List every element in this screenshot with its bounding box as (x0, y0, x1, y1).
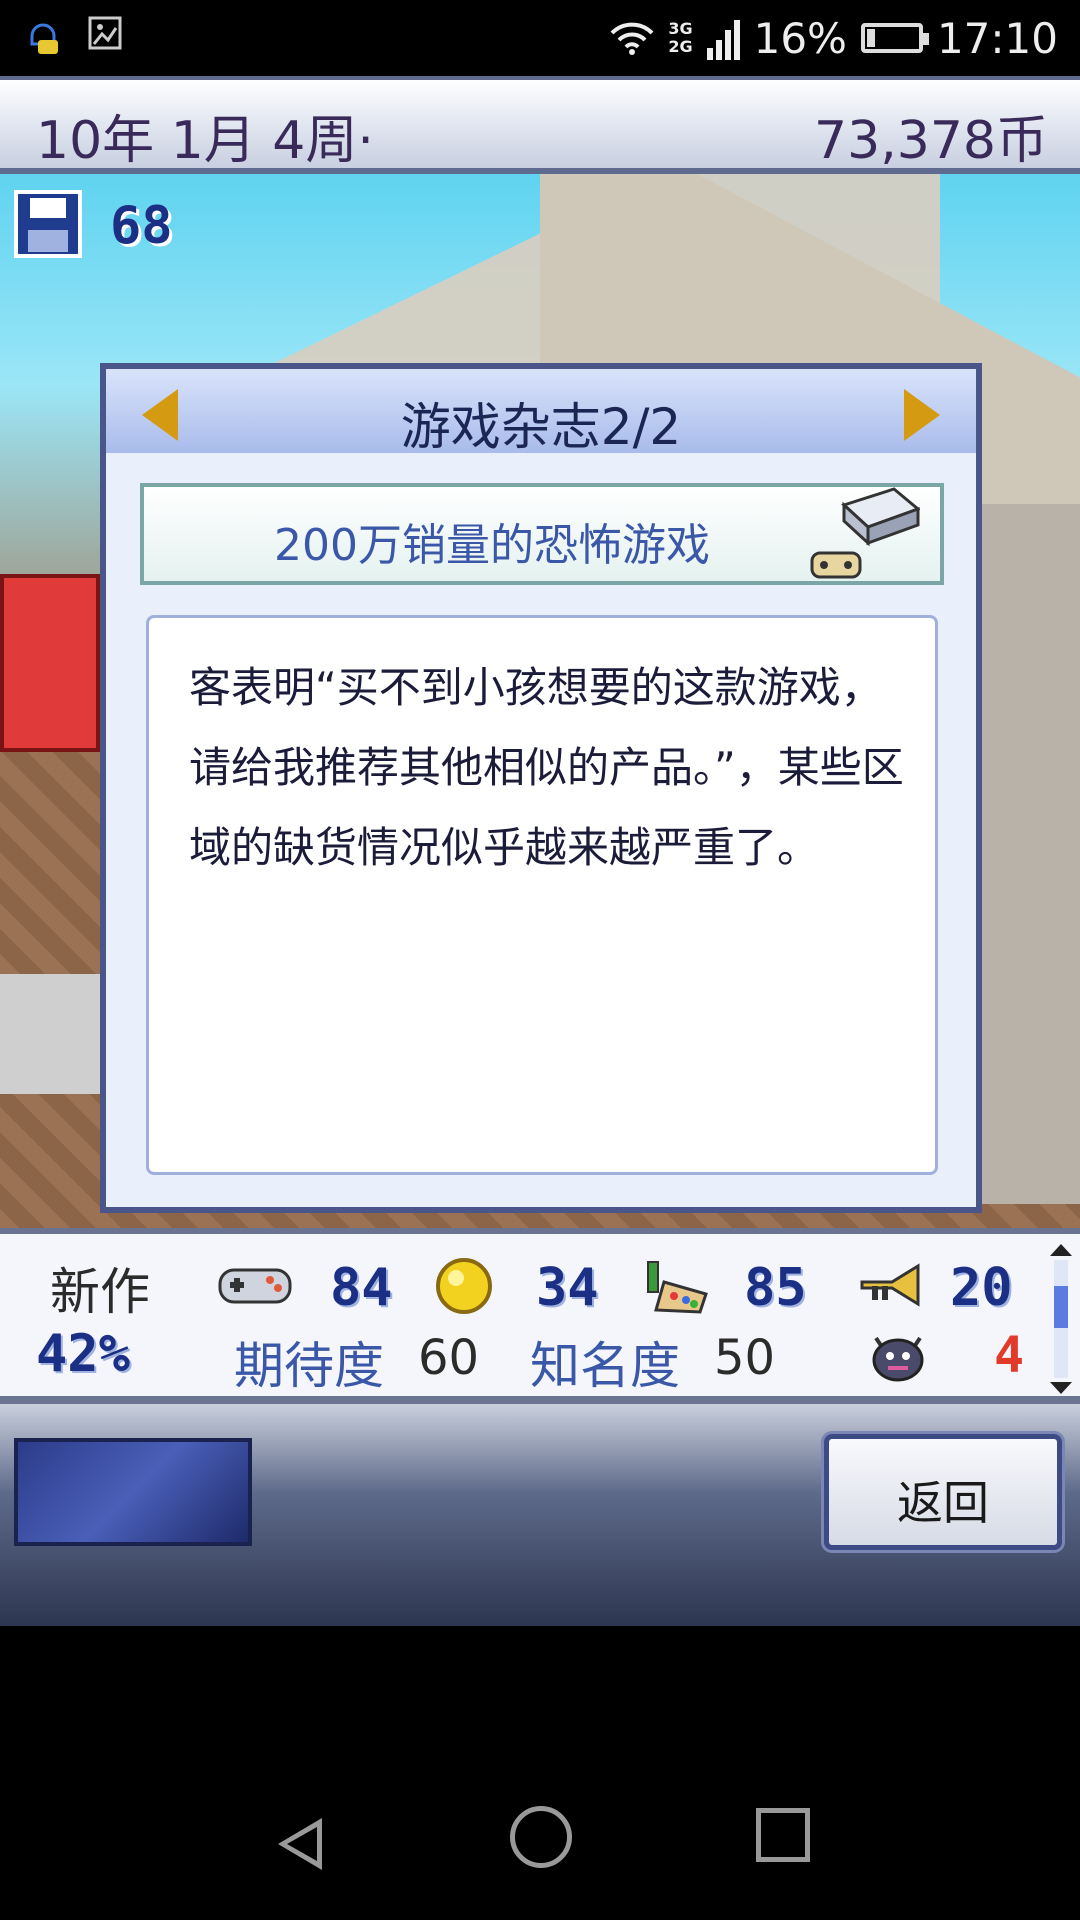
vending-machine (0, 574, 100, 752)
signal-bars-icon (706, 16, 740, 60)
image-notification-icon (88, 16, 122, 50)
scroll-up-icon[interactable] (1050, 1244, 1072, 1256)
article-body: 客表明“买不到小孩想要的这款游戏，请给我推荐其他相似的产品。”，某些区域的缺货情… (189, 663, 904, 872)
article-body-box: 客表明“买不到小孩想要的这款游戏，请给我推荐其他相似的产品。”，某些区域的缺货情… (146, 615, 938, 1175)
bug-count: 4 (994, 1326, 1025, 1384)
nav-home-icon[interactable] (510, 1806, 572, 1868)
stats-scrollbar[interactable] (1050, 1244, 1072, 1394)
battery-percent: 16% (753, 13, 847, 63)
save-disk-icon[interactable] (14, 190, 82, 258)
sound-value: 20 (950, 1258, 1013, 1318)
money-display: 73,378币 (814, 111, 1048, 171)
nav-back-icon[interactable] (278, 1818, 322, 1870)
bug-monster-icon (872, 1336, 924, 1382)
new-game-label: 新作 (50, 1263, 150, 1321)
magazine-dialog: 游戏杂志2/2 200万销量的恐怖游戏 客表明“买不到小孩想要的这款游戏，请给我… (100, 363, 982, 1213)
clock: 17:10 (936, 13, 1058, 63)
wifi-icon (610, 22, 654, 55)
expectation-label: 期待度 (234, 1337, 384, 1395)
graphics-value: 85 (744, 1258, 807, 1318)
game-console-icon (810, 487, 920, 579)
fun-controller-icon (218, 1268, 292, 1304)
status-bar: 3G 2G 16% 17:10 (0, 0, 1080, 76)
menu-button[interactable] (14, 1438, 252, 1546)
game-stats-panel[interactable]: 新作 42% 84 34 85 20 期待度 60 知名度 50 4 (0, 1228, 1080, 1404)
network-3g-label: 3G (668, 19, 693, 38)
nav-recent-apps-icon[interactable] (756, 1808, 810, 1862)
game-info-bar: 10年 1月 4周· 73,378币 (0, 76, 1080, 174)
network-type: 3G 2G (668, 20, 692, 56)
expectation-value: 60 (418, 1330, 480, 1386)
sound-trumpet-icon (860, 1263, 920, 1307)
bookshelf (0, 974, 100, 1094)
fun-value: 84 (330, 1258, 393, 1318)
fame-label: 知名度 (530, 1337, 680, 1395)
assistant-notification-icon (30, 23, 58, 54)
game-date: 10年 1月 4周· (36, 111, 374, 171)
battery-icon (860, 23, 929, 53)
creativity-bulb-icon (436, 1258, 492, 1314)
back-button-label: 返回 (897, 1476, 989, 1530)
creativity-value: 34 (536, 1258, 599, 1318)
office-furniture (980, 504, 1080, 1204)
save-count: 68 (110, 196, 173, 256)
next-page-arrow-icon[interactable] (904, 389, 940, 441)
graphics-palette-icon (647, 1261, 708, 1314)
dialog-title: 游戏杂志2/2 (400, 398, 682, 456)
development-progress: 42% (36, 1324, 130, 1384)
article-subject: 200万销量的恐怖游戏 (274, 520, 710, 571)
scroll-thumb[interactable] (1054, 1286, 1068, 1328)
navigation-bar (0, 1626, 1080, 1920)
bottom-toolbar: 返回 (0, 1404, 1080, 1626)
back-button[interactable]: 返回 (824, 1434, 1062, 1550)
scroll-down-icon[interactable] (1050, 1382, 1072, 1394)
network-2g-label: 2G (668, 37, 693, 56)
fame-value: 50 (714, 1330, 776, 1386)
article-subject-box: 200万销量的恐怖游戏 (140, 483, 944, 585)
dialog-header: 游戏杂志2/2 (106, 369, 976, 456)
